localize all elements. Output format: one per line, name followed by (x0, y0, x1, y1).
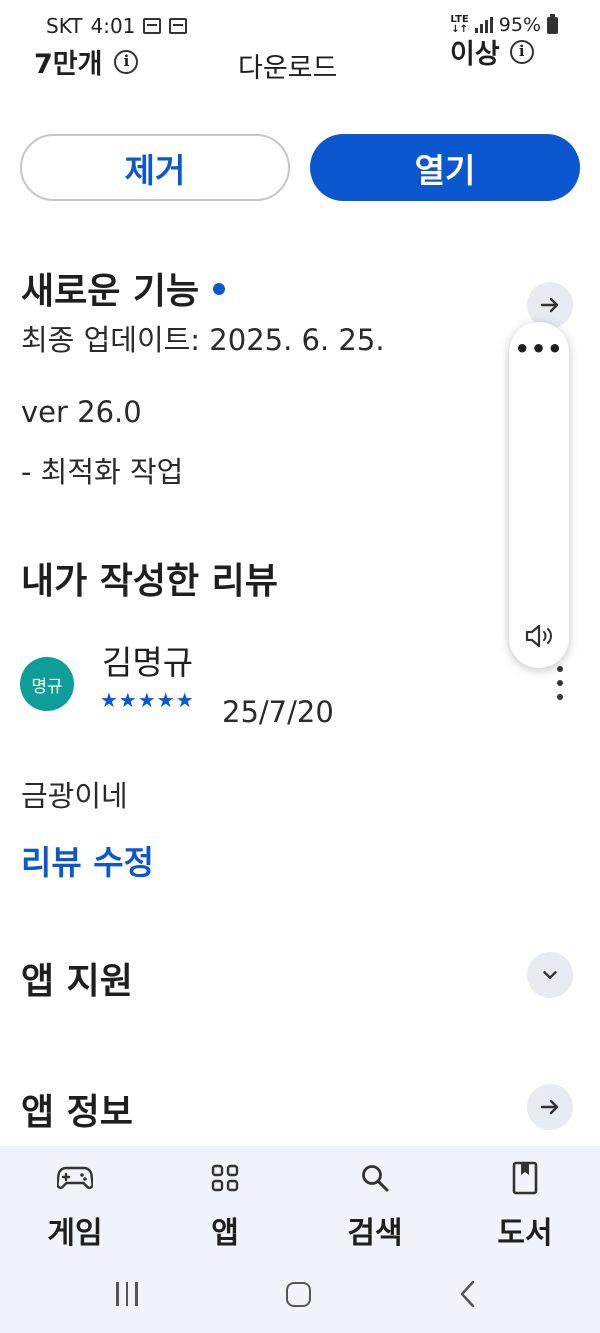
downloads-stat[interactable]: 7만개 i (34, 42, 139, 81)
back-icon[interactable] (458, 1278, 478, 1314)
info-icon[interactable]: i (114, 49, 139, 74)
arrow-right-icon (540, 1099, 559, 1115)
downloads-label: 다운로드 (238, 53, 338, 84)
calendar-notification-icon (143, 18, 162, 34)
app-info-arrow-button[interactable] (527, 1084, 573, 1130)
nav-item-games[interactable]: 게임 (15, 1158, 135, 1252)
search-icon (362, 1165, 389, 1192)
floating-assistant-panel[interactable]: ••• (509, 322, 569, 668)
new-indicator-dot (213, 283, 226, 295)
review-body: 금광이네 (21, 779, 128, 813)
chevron-down-icon (543, 971, 557, 979)
system-navigation-bar (0, 1272, 600, 1318)
remove-button[interactable]: 제거 (20, 134, 290, 201)
edit-review-link[interactable]: 리뷰 수정 (21, 836, 154, 884)
last-updated-text: 최종 업데이트: 2025. 6. 25. (21, 323, 385, 357)
gamepad-icon (57, 1166, 93, 1189)
age-rating-stat[interactable]: 이상 i (450, 32, 534, 71)
signal-icon (474, 17, 493, 33)
battery-icon (547, 13, 558, 34)
downloads-count: 7만개 (34, 49, 103, 80)
clock: 4:01 (90, 14, 136, 38)
release-notes-text: - 최적화 작업 (21, 455, 184, 489)
whats-new-heading[interactable]: 새로운 기능 (21, 262, 226, 314)
apps-grid-icon (211, 1164, 239, 1192)
whats-new-arrow-button[interactable] (527, 282, 573, 328)
status-left: SKT 4:01 (46, 14, 188, 38)
nav-label-search: 검색 (347, 1216, 403, 1251)
nav-item-apps[interactable]: 앱 (165, 1158, 285, 1252)
avatar: 명규 (20, 657, 74, 711)
nav-item-search[interactable]: 검색 (315, 1158, 435, 1252)
speaker-icon[interactable] (521, 618, 557, 658)
app-stats-row: 7만개 i 다운로드 이상 i (0, 38, 600, 88)
bottom-navigation: 게임 앱 검색 도서 (0, 1146, 600, 1333)
app-info-title[interactable]: 앱 정보 (21, 1083, 133, 1135)
my-review-title: 내가 작성한 리뷰 (21, 561, 278, 602)
home-icon[interactable] (286, 1282, 311, 1307)
app-support-expand-button[interactable] (527, 952, 573, 998)
whats-new-title: 새로운 기능 (21, 271, 200, 312)
book-icon (512, 1161, 538, 1195)
star-rating: ★★★★★ (100, 688, 195, 712)
recent-apps-icon[interactable] (116, 1282, 138, 1306)
more-options-icon[interactable] (552, 666, 568, 700)
nav-label-games: 게임 (47, 1216, 103, 1251)
age-rating-text: 이상 (450, 39, 500, 70)
nav-label-books: 도서 (497, 1216, 553, 1251)
nav-item-books[interactable]: 도서 (465, 1158, 585, 1252)
info-icon[interactable]: i (509, 39, 534, 64)
carrier-label: SKT (46, 14, 83, 38)
open-button[interactable]: 열기 (310, 134, 580, 201)
reviewer-name: 김명규 (102, 643, 194, 682)
app-support-title[interactable]: 앱 지원 (21, 952, 133, 1004)
version-text: ver 26.0 (21, 395, 142, 429)
nav-label-apps: 앱 (211, 1216, 239, 1251)
more-horizontal-icon[interactable]: ••• (509, 337, 569, 361)
calendar-notification-icon-2 (169, 18, 188, 34)
arrow-right-icon (540, 297, 559, 313)
review-date: 25/7/20 (222, 695, 334, 729)
